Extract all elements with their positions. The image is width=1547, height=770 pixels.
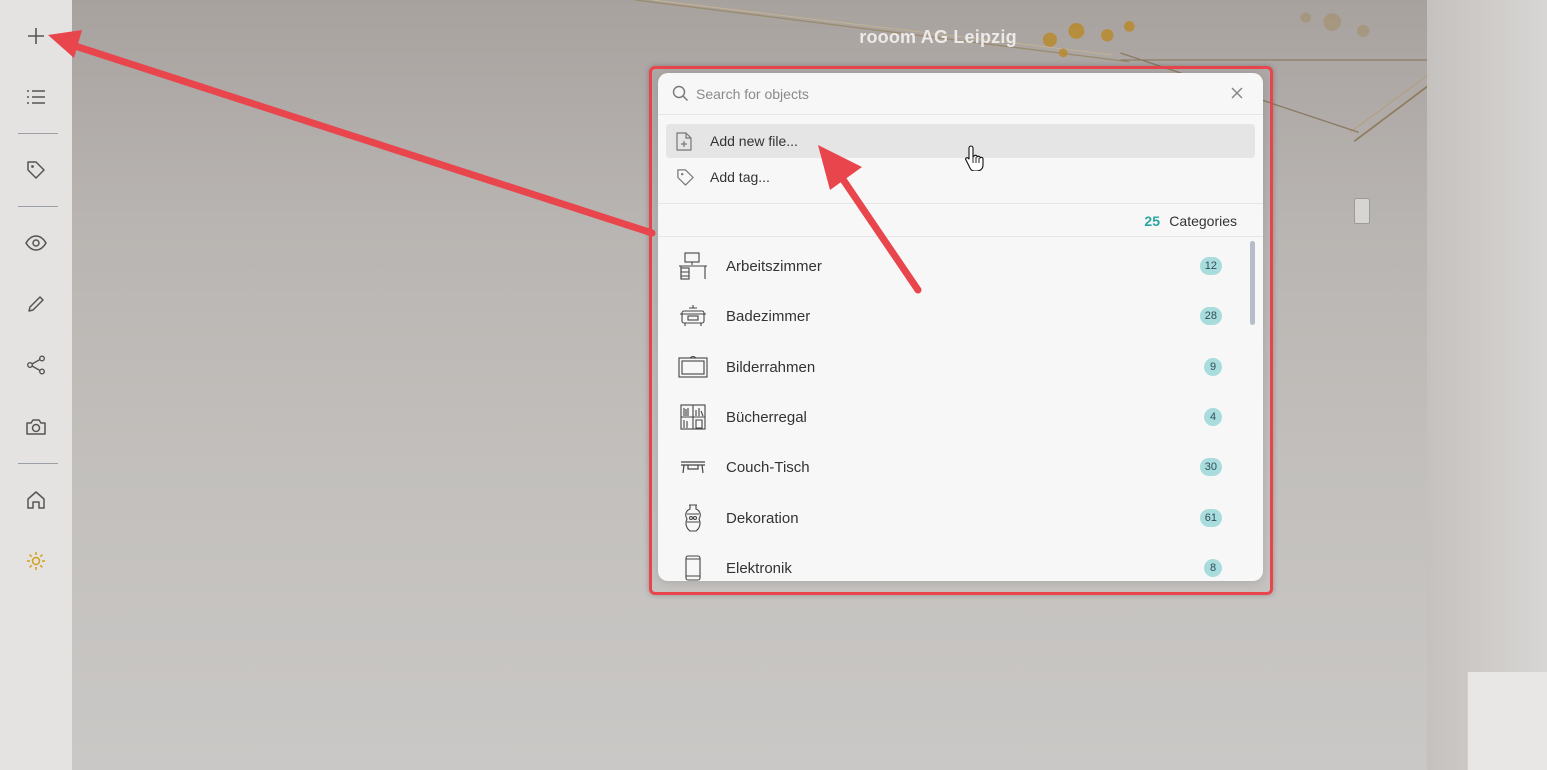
category-name: Bilderrahmen (726, 358, 816, 376)
left-toolbar (0, 0, 72, 770)
search-input[interactable] (696, 81, 1216, 107)
category-item-badezimmer[interactable]: Badezimmer 28 (658, 291, 1248, 341)
smartphone-icon (678, 553, 708, 581)
search-bar (658, 73, 1263, 115)
category-item-buecherregal[interactable]: Bücherregal 4 (658, 392, 1248, 442)
add-button[interactable] (18, 18, 54, 54)
add-object-dialog: Add new file... Add tag... 25 Categories… (658, 73, 1263, 581)
category-item-elektronik[interactable]: Elektronik 8 (658, 543, 1248, 581)
plus-icon (28, 28, 44, 44)
radiator (1467, 672, 1547, 770)
category-count-badge: 12 (1199, 257, 1222, 275)
category-name: Couch-Tisch (726, 458, 810, 476)
category-name: Badezimmer (726, 307, 811, 325)
category-name: Dekoration (726, 509, 799, 527)
category-item-arbeitszimmer[interactable]: Arbeitszimmer 12 (658, 241, 1248, 291)
camera-icon (26, 419, 46, 435)
edit-button[interactable] (18, 286, 54, 322)
category-item-bilderrahmen[interactable]: Bilderrahmen 9 (658, 342, 1248, 392)
hand-cursor-icon (965, 145, 984, 171)
bookshelf-icon (678, 402, 708, 432)
toolbar-divider (18, 133, 58, 134)
category-item-dekoration[interactable]: Dekoration 61 (658, 493, 1248, 543)
category-name: Elektronik (726, 559, 792, 577)
toolbar-divider (18, 463, 58, 464)
category-count-badge: 4 (1204, 408, 1222, 426)
add-new-file-button[interactable]: Add new file... (666, 124, 1255, 158)
right-wall (1427, 0, 1547, 770)
add-tag-label: Add tag... (710, 169, 770, 185)
theme-button[interactable] (18, 543, 54, 579)
toolbar-divider (18, 206, 58, 207)
tag-icon (676, 168, 704, 187)
category-count-badge: 30 (1199, 458, 1222, 476)
smoke-detector (1354, 198, 1370, 224)
category-count-badge: 28 (1199, 307, 1222, 325)
pencil-icon (28, 296, 44, 312)
camera-button[interactable] (18, 409, 54, 445)
category-count-badge: 9 (1204, 358, 1222, 376)
category-count-badge: 61 (1199, 509, 1222, 527)
list-icon (27, 90, 45, 104)
categories-header: 25 Categories (658, 203, 1263, 237)
desk-icon (678, 251, 708, 281)
vase-icon (678, 503, 708, 533)
home-button[interactable] (18, 482, 54, 518)
room-title: rooom AG Leipzig (859, 27, 1017, 47)
add-new-file-label: Add new file... (710, 133, 798, 149)
coffee-table-icon (678, 452, 708, 482)
category-name: Arbeitszimmer (726, 257, 822, 275)
tag-button[interactable] (18, 152, 54, 188)
sun-icon (27, 552, 45, 570)
file-plus-icon (676, 131, 704, 151)
categories-label: Categories (1169, 213, 1237, 229)
category-count-badge: 8 (1204, 559, 1222, 577)
category-name: Bücherregal (726, 408, 807, 426)
categories-count: 25 (1144, 213, 1160, 229)
tag-icon (27, 161, 45, 179)
home-icon (27, 491, 45, 509)
search-icon (672, 85, 688, 101)
picture-frame-icon (678, 352, 708, 382)
close-icon[interactable] (1230, 86, 1244, 100)
list-button[interactable] (18, 79, 54, 115)
share-icon (27, 355, 45, 375)
eye-icon (25, 235, 47, 251)
bathtub-icon (678, 301, 708, 331)
category-item-couch-tisch[interactable]: Couch-Tisch 30 (658, 442, 1248, 492)
view-button[interactable] (18, 225, 54, 261)
add-tag-button[interactable]: Add tag... (666, 160, 1255, 194)
category-scrollbar[interactable] (1250, 241, 1255, 325)
category-list: Arbeitszimmer 12 Badezimmer 28 Bilderrah… (658, 240, 1263, 581)
share-button[interactable] (18, 347, 54, 383)
